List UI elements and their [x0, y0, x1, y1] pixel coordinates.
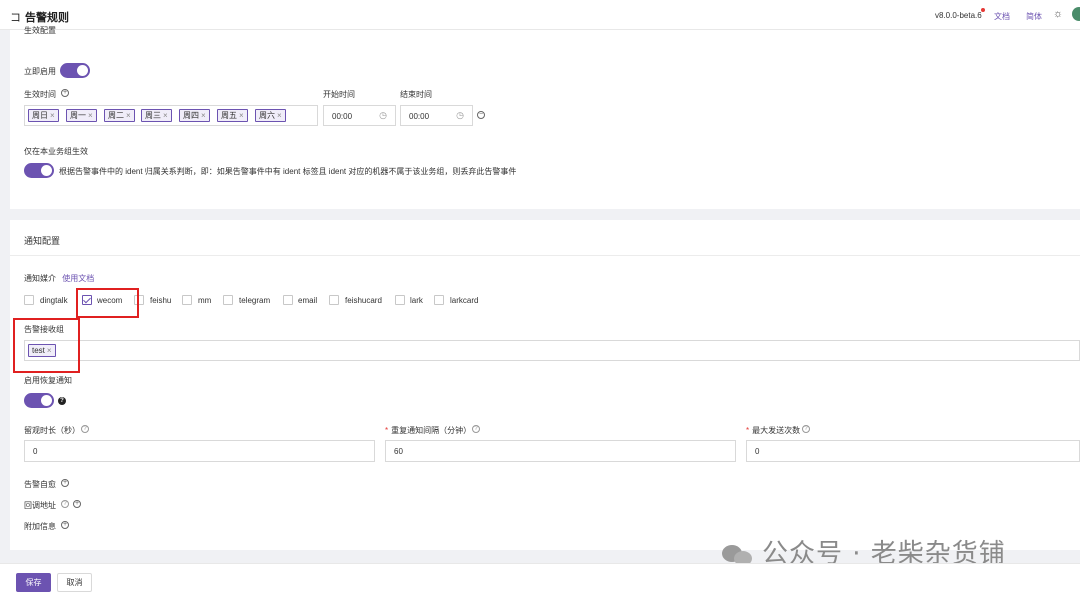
weekday-tag[interactable]: 周一 ×: [66, 109, 97, 122]
biz-only-label: 仅在本业务组生效: [24, 147, 88, 156]
divider: [10, 255, 1080, 256]
weekday-tag[interactable]: 周日 ×: [28, 109, 59, 122]
remove-time-icon[interactable]: −: [477, 111, 485, 119]
help-icon[interactable]: ?: [802, 425, 810, 433]
effective-config-card: 生效配置 立即启用 生效时间 + 开始时间 结束时间 周日 × 周一 × 周二 × 周…: [10, 26, 1080, 209]
biz-only-description: 根据告警事件中的 ident 归属关系判断，即：如果告警事件中有 ident 标…: [59, 167, 517, 176]
repeat-value: 60: [394, 447, 403, 456]
close-icon[interactable]: ×: [239, 111, 244, 120]
close-icon[interactable]: ×: [163, 111, 168, 120]
max-send-label-text: 最大发送次数: [752, 426, 801, 435]
checkbox-feishucard[interactable]: [329, 295, 339, 305]
repeat-label-text: 重复通知间隔（分钟）: [391, 426, 472, 435]
required-mark: *: [385, 426, 389, 435]
repeat-label: * 重复通知间隔（分钟）: [385, 425, 471, 436]
extra-label: 附加信息: [24, 522, 56, 531]
docs-link[interactable]: 文档: [994, 11, 1010, 22]
observe-label-text: 留观时长（秒）: [24, 426, 80, 435]
recover-label: 启用恢复通知: [24, 376, 72, 385]
observe-value: 0: [33, 447, 38, 456]
end-time-label: 结束时间: [400, 90, 432, 99]
start-time-value: 00:00: [332, 112, 353, 121]
sun-icon[interactable]: ☼: [1053, 8, 1063, 20]
add-extra-icon[interactable]: +: [61, 521, 69, 529]
checkbox-dingtalk[interactable]: [24, 295, 34, 305]
section-title-effective: 生效配置: [24, 26, 56, 35]
checkbox-telegram[interactable]: [223, 295, 233, 305]
checkbox-mm[interactable]: [182, 295, 192, 305]
back-icon[interactable]: コ: [10, 12, 21, 24]
cancel-button[interactable]: 取消: [57, 573, 92, 592]
close-icon[interactable]: ×: [126, 111, 131, 120]
observe-input[interactable]: 0: [24, 440, 375, 462]
close-icon[interactable]: ×: [201, 111, 206, 120]
recover-switch[interactable]: [24, 393, 54, 408]
observe-label: 留观时长（秒）: [24, 425, 80, 436]
channel-label-dingtalk: dingtalk: [40, 296, 68, 305]
media-label-text: 通知媒介: [24, 274, 56, 283]
channel-label-telegram: telegram: [239, 296, 271, 305]
end-time-picker[interactable]: 00:00 ◷: [400, 105, 473, 126]
close-icon[interactable]: ×: [88, 111, 93, 120]
weekday-tag[interactable]: 周二 ×: [104, 109, 135, 122]
biz-only-switch[interactable]: [24, 163, 54, 178]
add-time-icon[interactable]: +: [61, 89, 69, 97]
clock-icon: ◷: [379, 110, 387, 120]
help-icon[interactable]: ?: [58, 397, 66, 405]
media-doc-link[interactable]: 使用文档: [62, 274, 94, 283]
weekday-tag[interactable]: 周四 ×: [179, 109, 210, 122]
highlight-box-receiver: [13, 318, 80, 373]
language-switch[interactable]: 简体: [1026, 11, 1042, 22]
channel-label-larkcard: larkcard: [450, 296, 479, 305]
footer-bar: 保存 取消: [0, 563, 1080, 596]
clock-icon: ◷: [456, 110, 464, 120]
close-icon[interactable]: ×: [50, 111, 55, 120]
version-text: v8.0.0-beta.6: [935, 11, 982, 20]
max-send-label: * 最大发送次数: [746, 425, 800, 436]
update-dot: [980, 8, 985, 12]
notify-config-card: 通知配置 通知媒介 使用文档 dingtalk wecom feishu mm …: [10, 220, 1080, 550]
channel-label-feishu: feishu: [150, 296, 172, 305]
save-button[interactable]: 保存: [16, 573, 51, 592]
channel-label-lark: lark: [410, 296, 423, 305]
add-self-heal-icon[interactable]: +: [61, 479, 69, 487]
required-mark: *: [746, 426, 750, 435]
start-time-picker[interactable]: 00:00 ◷: [323, 105, 396, 126]
checkbox-email[interactable]: [283, 295, 293, 305]
weekday-tag[interactable]: 周六 ×: [255, 109, 286, 122]
help-icon[interactable]: ?: [472, 425, 480, 433]
channel-label-feishucard: feishucard: [345, 296, 382, 305]
callback-label: 回调地址: [24, 501, 56, 510]
page-title: コ告警规则: [10, 9, 69, 25]
enable-switch[interactable]: [60, 63, 90, 78]
weekday-tag[interactable]: 周五 ×: [217, 109, 248, 122]
version-label[interactable]: v8.0.0-beta.6: [935, 8, 985, 20]
section-title-notify: 通知配置: [24, 236, 61, 246]
highlight-box-wecom: [76, 288, 139, 318]
start-time-label: 开始时间: [323, 90, 355, 99]
avatar[interactable]: [1072, 7, 1080, 21]
page-title-text: 告警规则: [25, 12, 69, 24]
add-callback-icon[interactable]: +: [73, 500, 81, 508]
help-icon[interactable]: ?: [81, 425, 89, 433]
media-label: 通知媒介 使用文档: [24, 273, 94, 284]
close-icon[interactable]: ×: [277, 111, 282, 120]
top-bar: コ告警规则 v8.0.0-beta.6 文档 简体 ☼: [0, 0, 1080, 30]
enable-label: 立即启用: [24, 67, 56, 76]
repeat-input[interactable]: 60: [385, 440, 736, 462]
channel-label-email: email: [298, 296, 318, 305]
end-time-value: 00:00: [409, 112, 430, 121]
max-send-value: 0: [755, 447, 760, 456]
weekday-select[interactable]: 周日 × 周一 × 周二 × 周三 × 周四 × 周五 × 周六 ×: [24, 105, 318, 126]
channel-label-mm: mm: [198, 296, 212, 305]
self-heal-label: 告警自愈: [24, 480, 56, 489]
receiver-select[interactable]: test ×: [24, 340, 1080, 361]
weekday-tag[interactable]: 周三 ×: [141, 109, 172, 122]
effective-time-label-text: 生效时间: [24, 90, 56, 99]
checkbox-lark[interactable]: [395, 295, 405, 305]
checkbox-larkcard[interactable]: [434, 295, 444, 305]
effective-time-label: 生效时间: [24, 89, 56, 100]
max-send-input[interactable]: 0: [746, 440, 1080, 462]
help-icon[interactable]: ?: [61, 500, 69, 508]
